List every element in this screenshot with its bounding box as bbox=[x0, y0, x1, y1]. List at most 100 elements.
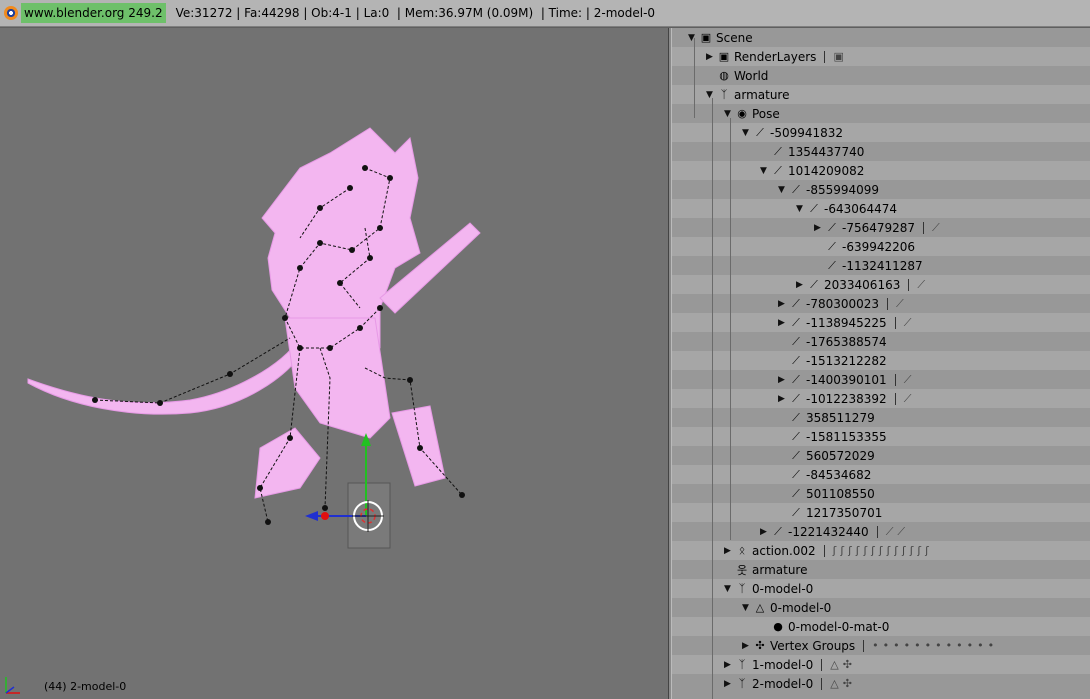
outliner-item-label[interactable]: -84534682 bbox=[806, 468, 871, 482]
outliner-item-label[interactable]: 0-model-0 bbox=[752, 582, 813, 596]
outliner-row[interactable]: ⟋ 1354437740 bbox=[672, 142, 1090, 161]
outliner-item-label[interactable]: Scene bbox=[716, 31, 753, 45]
child-item-icon[interactable]: ʃ bbox=[856, 544, 860, 557]
outliner-item-label[interactable]: -643064474 bbox=[824, 202, 897, 216]
expand-triangle-icon[interactable]: ▶ bbox=[814, 223, 825, 233]
expand-triangle-icon[interactable]: ▶ bbox=[778, 318, 789, 328]
outliner-item-label[interactable]: 1217350701 bbox=[806, 506, 882, 520]
version-label[interactable]: www.blender.org 249.2 bbox=[21, 3, 166, 23]
child-item-icon[interactable]: ⟋ bbox=[896, 297, 904, 311]
outliner-item-label[interactable]: 358511279 bbox=[806, 411, 875, 425]
outliner-row[interactable]: ▼ ⟋ -509941832 bbox=[672, 123, 1090, 142]
child-item-icon[interactable]: ⟋ bbox=[904, 316, 912, 330]
collapse-triangle-icon[interactable]: ▼ bbox=[760, 166, 771, 176]
outliner-row[interactable]: ⟋ -1765388574 bbox=[672, 332, 1090, 351]
expand-triangle-icon[interactable]: ▶ bbox=[760, 527, 771, 537]
collapse-triangle-icon[interactable]: ▼ bbox=[742, 128, 753, 138]
child-item-icon[interactable]: • bbox=[967, 639, 974, 652]
outliner-row[interactable]: ▶ ⟋ 2033406163 ⟋ bbox=[672, 275, 1090, 294]
outliner-row[interactable]: ⟋ 501108550 bbox=[672, 484, 1090, 503]
child-item-icon[interactable]: • bbox=[904, 639, 911, 652]
outliner-item-label[interactable]: 0-model-0 bbox=[770, 601, 831, 615]
child-item-icon[interactable]: • bbox=[956, 639, 963, 652]
outliner-row[interactable]: ▶ ⟋ -1138945225 ⟋ bbox=[672, 313, 1090, 332]
child-item-icon[interactable]: ʃ bbox=[879, 544, 883, 557]
outliner-row[interactable]: ▼ ◉ Pose bbox=[672, 104, 1090, 123]
child-item-icon[interactable]: ʃ bbox=[902, 544, 906, 557]
outliner-row[interactable]: ▶ ᛟ action.002 ʃ ʃ ʃ ʃ ʃ ʃ ʃ ʃ ʃ ʃ ʃ ʃ ʃ bbox=[672, 541, 1090, 560]
outliner-item-label[interactable]: armature bbox=[734, 88, 789, 102]
expand-triangle-icon[interactable]: ▶ bbox=[724, 546, 735, 556]
outliner-item-label[interactable]: RenderLayers bbox=[734, 50, 816, 64]
child-item-icon[interactable]: • bbox=[946, 639, 953, 652]
outliner-row[interactable]: ⟋ -1581153355 bbox=[672, 427, 1090, 446]
expand-triangle-icon[interactable]: ▶ bbox=[778, 299, 789, 309]
child-item-icon[interactable]: ⟋ bbox=[917, 278, 925, 292]
expand-triangle-icon[interactable]: ▶ bbox=[724, 679, 735, 689]
child-item-icon[interactable]: ʃ bbox=[917, 544, 921, 557]
child-item-icon[interactable]: ʃ bbox=[925, 544, 929, 557]
outliner-row[interactable]: ▶ ▣ RenderLayers ▣ bbox=[672, 47, 1090, 66]
outliner-item-label[interactable]: 1354437740 bbox=[788, 145, 864, 159]
collapse-triangle-icon[interactable]: ▼ bbox=[796, 204, 807, 214]
outliner-item-label[interactable]: -1221432440 bbox=[788, 525, 869, 539]
outliner-row[interactable]: ⟋ 358511279 bbox=[672, 408, 1090, 427]
3d-viewport[interactable]: (44) 2-model-0 bbox=[0, 28, 668, 699]
collapse-triangle-icon[interactable]: ▼ bbox=[778, 185, 789, 195]
outliner-item-label[interactable]: Pose bbox=[752, 107, 780, 121]
child-item-icon[interactable]: ʃ bbox=[840, 544, 844, 557]
child-item-icon[interactable]: ʃ bbox=[833, 544, 837, 557]
outliner-item-label[interactable]: -1400390101 bbox=[806, 373, 887, 387]
child-item-icon[interactable]: • bbox=[872, 639, 879, 652]
outliner-item-label[interactable]: armature bbox=[752, 563, 807, 577]
outliner-item-label[interactable]: -855994099 bbox=[806, 183, 879, 197]
outliner-item-label[interactable]: -1581153355 bbox=[806, 430, 887, 444]
child-item-icon[interactable]: • bbox=[977, 639, 984, 652]
child-item-icon[interactable]: ʃ bbox=[863, 544, 867, 557]
outliner-item-label[interactable]: 1-model-0 bbox=[752, 658, 813, 672]
child-item-icon[interactable]: ʃ bbox=[848, 544, 852, 557]
outliner-row[interactable]: ▶ ⟋ -1012238392 ⟋ bbox=[672, 389, 1090, 408]
child-item-icon[interactable]: ⟋ bbox=[897, 525, 905, 539]
expand-triangle-icon[interactable]: ▶ bbox=[778, 394, 789, 404]
outliner-row[interactable]: ▶ ᛉ 1-model-0 △ ✣ bbox=[672, 655, 1090, 674]
outliner-item-label[interactable]: 0-model-0-mat-0 bbox=[788, 620, 889, 634]
outliner-row[interactable]: ▼ ⟋ 1014209082 bbox=[672, 161, 1090, 180]
child-item-icon[interactable]: ⟋ bbox=[904, 373, 912, 387]
expand-triangle-icon[interactable]: ▶ bbox=[706, 52, 717, 62]
outliner-item-label[interactable]: -1138945225 bbox=[806, 316, 887, 330]
child-item-icon[interactable]: △ bbox=[830, 658, 838, 671]
outliner-row[interactable]: ⟋ -84534682 bbox=[672, 465, 1090, 484]
child-item-icon[interactable]: • bbox=[988, 639, 995, 652]
child-item-icon[interactable]: △ bbox=[830, 677, 838, 690]
outliner-item-label[interactable]: -1012238392 bbox=[806, 392, 887, 406]
outliner-item-label[interactable]: -1132411287 bbox=[842, 259, 923, 273]
child-item-icon[interactable]: • bbox=[935, 639, 942, 652]
outliner-row[interactable]: ▶ ⟋ -756479287 ⟋ bbox=[672, 218, 1090, 237]
expand-triangle-icon[interactable]: ▶ bbox=[796, 280, 807, 290]
child-item-icon[interactable]: ʃ bbox=[871, 544, 875, 557]
outliner-item-label[interactable]: World bbox=[734, 69, 768, 83]
outliner-row[interactable]: ▼ ᛉ 0-model-0 bbox=[672, 579, 1090, 598]
outliner-item-label[interactable]: -756479287 bbox=[842, 221, 915, 235]
outliner-row[interactable]: ▶ ᛉ 2-model-0 △ ✣ bbox=[672, 674, 1090, 693]
outliner-item-label[interactable]: -780300023 bbox=[806, 297, 879, 311]
outliner-row[interactable]: ⟋ -639942206 bbox=[672, 237, 1090, 256]
child-item-icon[interactable]: ▣ bbox=[833, 50, 843, 63]
outliner-row[interactable]: ⟋ -1513212282 bbox=[672, 351, 1090, 370]
outliner-row[interactable]: ◍ World bbox=[672, 66, 1090, 85]
blender-logo-icon[interactable] bbox=[4, 6, 18, 20]
outliner-row[interactable]: ▼ ᛉ armature bbox=[672, 85, 1090, 104]
child-item-icon[interactable]: ✣ bbox=[843, 677, 852, 690]
outliner-row[interactable]: ▼ ⟋ -643064474 bbox=[672, 199, 1090, 218]
child-item-icon[interactable]: ✣ bbox=[843, 658, 852, 671]
outliner-item-label[interactable]: 560572029 bbox=[806, 449, 875, 463]
outliner-row[interactable]: 웃 armature bbox=[672, 560, 1090, 579]
outliner-row[interactable]: ▶ ✣ Vertex Groups • • • • • • • • • • • • bbox=[672, 636, 1090, 655]
child-item-icon[interactable]: ⟋ bbox=[886, 525, 894, 539]
outliner-item-label[interactable]: -1513212282 bbox=[806, 354, 887, 368]
child-item-icon[interactable]: ʃ bbox=[910, 544, 914, 557]
outliner-row[interactable]: ▼ ⟋ -855994099 bbox=[672, 180, 1090, 199]
outliner-row[interactable]: ▶ ⟋ -1400390101 ⟋ bbox=[672, 370, 1090, 389]
outliner-panel[interactable]: ▼ ▣ Scene ▶ ▣ RenderLayers ▣ ◍ World ▼ ᛉ armature ▼ ◉… bbox=[672, 28, 1090, 699]
